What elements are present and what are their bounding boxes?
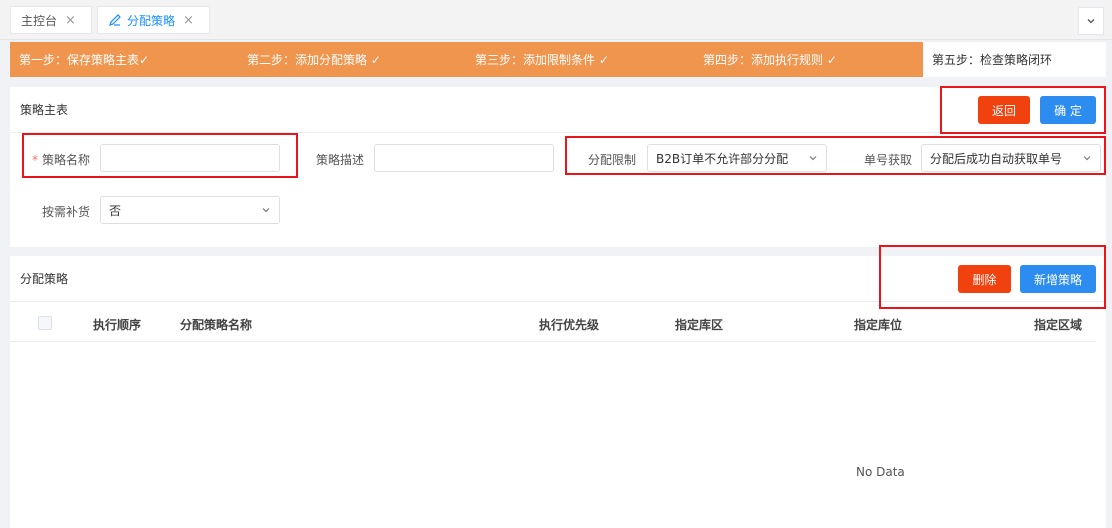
highlight-box xyxy=(940,86,1106,134)
tab-label: 分配策略 xyxy=(127,13,176,28)
close-icon[interactable]: × xyxy=(65,13,76,28)
step-progress: 第一步：保存策略主表✓ 第二步：添加分配策略 ✓ 第三步：添加限制条件 ✓ 第四… xyxy=(10,42,1106,77)
tab-label: 主控台 xyxy=(21,13,58,28)
column-header[interactable]: 指定区域 xyxy=(1034,316,1082,333)
empty-state-text: No Data xyxy=(856,465,905,479)
select-all-checkbox[interactable] xyxy=(38,316,52,330)
chevron-down-icon xyxy=(1087,19,1095,24)
step-3[interactable]: 第三步：添加限制条件 ✓ xyxy=(466,42,694,77)
table-header: 执行顺序 分配策略名称 执行优先级 指定库区 指定库位 指定区域 xyxy=(10,304,1095,342)
step-4[interactable]: 第四步：添加执行规则 ✓ xyxy=(694,42,923,77)
highlight-box xyxy=(22,133,298,178)
tab-menu-button[interactable] xyxy=(1078,7,1104,35)
tab-bar: 主控台 × 分配策略 × xyxy=(0,0,1112,40)
step-5[interactable]: 第五步：检查策略闭环 xyxy=(923,42,1106,77)
column-header[interactable]: 执行顺序 xyxy=(93,316,141,333)
tab-allocation-strategy[interactable]: 分配策略 × xyxy=(97,6,210,34)
tab-dashboard[interactable]: 主控台 × xyxy=(10,6,92,34)
replenish-label: 按需补货 xyxy=(41,205,90,219)
step-2[interactable]: 第二步：添加分配策略 ✓ xyxy=(238,42,466,77)
chevron-down-icon xyxy=(262,208,270,213)
column-header[interactable]: 指定库位 xyxy=(854,316,902,333)
column-header[interactable]: 指定库区 xyxy=(675,316,723,333)
edit-icon xyxy=(109,14,121,26)
strategy-desc-input[interactable] xyxy=(374,144,554,172)
selected-value: 否 xyxy=(109,203,122,218)
step-1[interactable]: 第一步：保存策略主表✓ xyxy=(10,42,238,77)
replenish-select[interactable]: 否 xyxy=(100,196,280,224)
highlight-box xyxy=(565,136,1106,175)
column-header[interactable]: 分配策略名称 xyxy=(180,316,252,333)
column-header[interactable]: 执行优先级 xyxy=(539,316,599,333)
highlight-box xyxy=(879,245,1106,309)
close-icon[interactable]: × xyxy=(183,13,194,28)
strategy-desc-label: 策略描述 xyxy=(315,153,364,167)
